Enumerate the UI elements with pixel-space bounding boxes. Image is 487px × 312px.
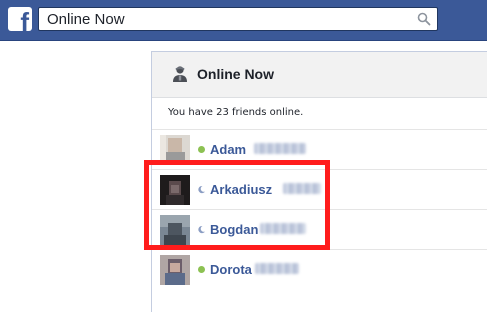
avatar[interactable] (160, 255, 190, 285)
friend-name[interactable]: Adam (210, 142, 246, 157)
search-icon[interactable] (417, 12, 431, 26)
top-bar: f (0, 0, 487, 41)
facebook-logo-icon[interactable]: f (8, 7, 32, 31)
blurred-surname (255, 263, 299, 274)
online-summary: You have 23 friends online. (168, 107, 304, 118)
friend-row[interactable]: Dorota (152, 249, 487, 290)
online-dot-icon (198, 146, 205, 153)
blurred-surname (254, 143, 306, 154)
friend-name[interactable]: Dorota (210, 262, 252, 277)
online-dot-icon (198, 266, 205, 273)
person-icon (173, 66, 187, 82)
search-input[interactable] (39, 8, 409, 30)
logo-letter: f (20, 7, 29, 31)
highlight-box (144, 160, 330, 250)
search-box[interactable] (38, 7, 438, 31)
panel-title: Online Now (197, 66, 274, 82)
panel-header: Online Now (152, 52, 487, 98)
